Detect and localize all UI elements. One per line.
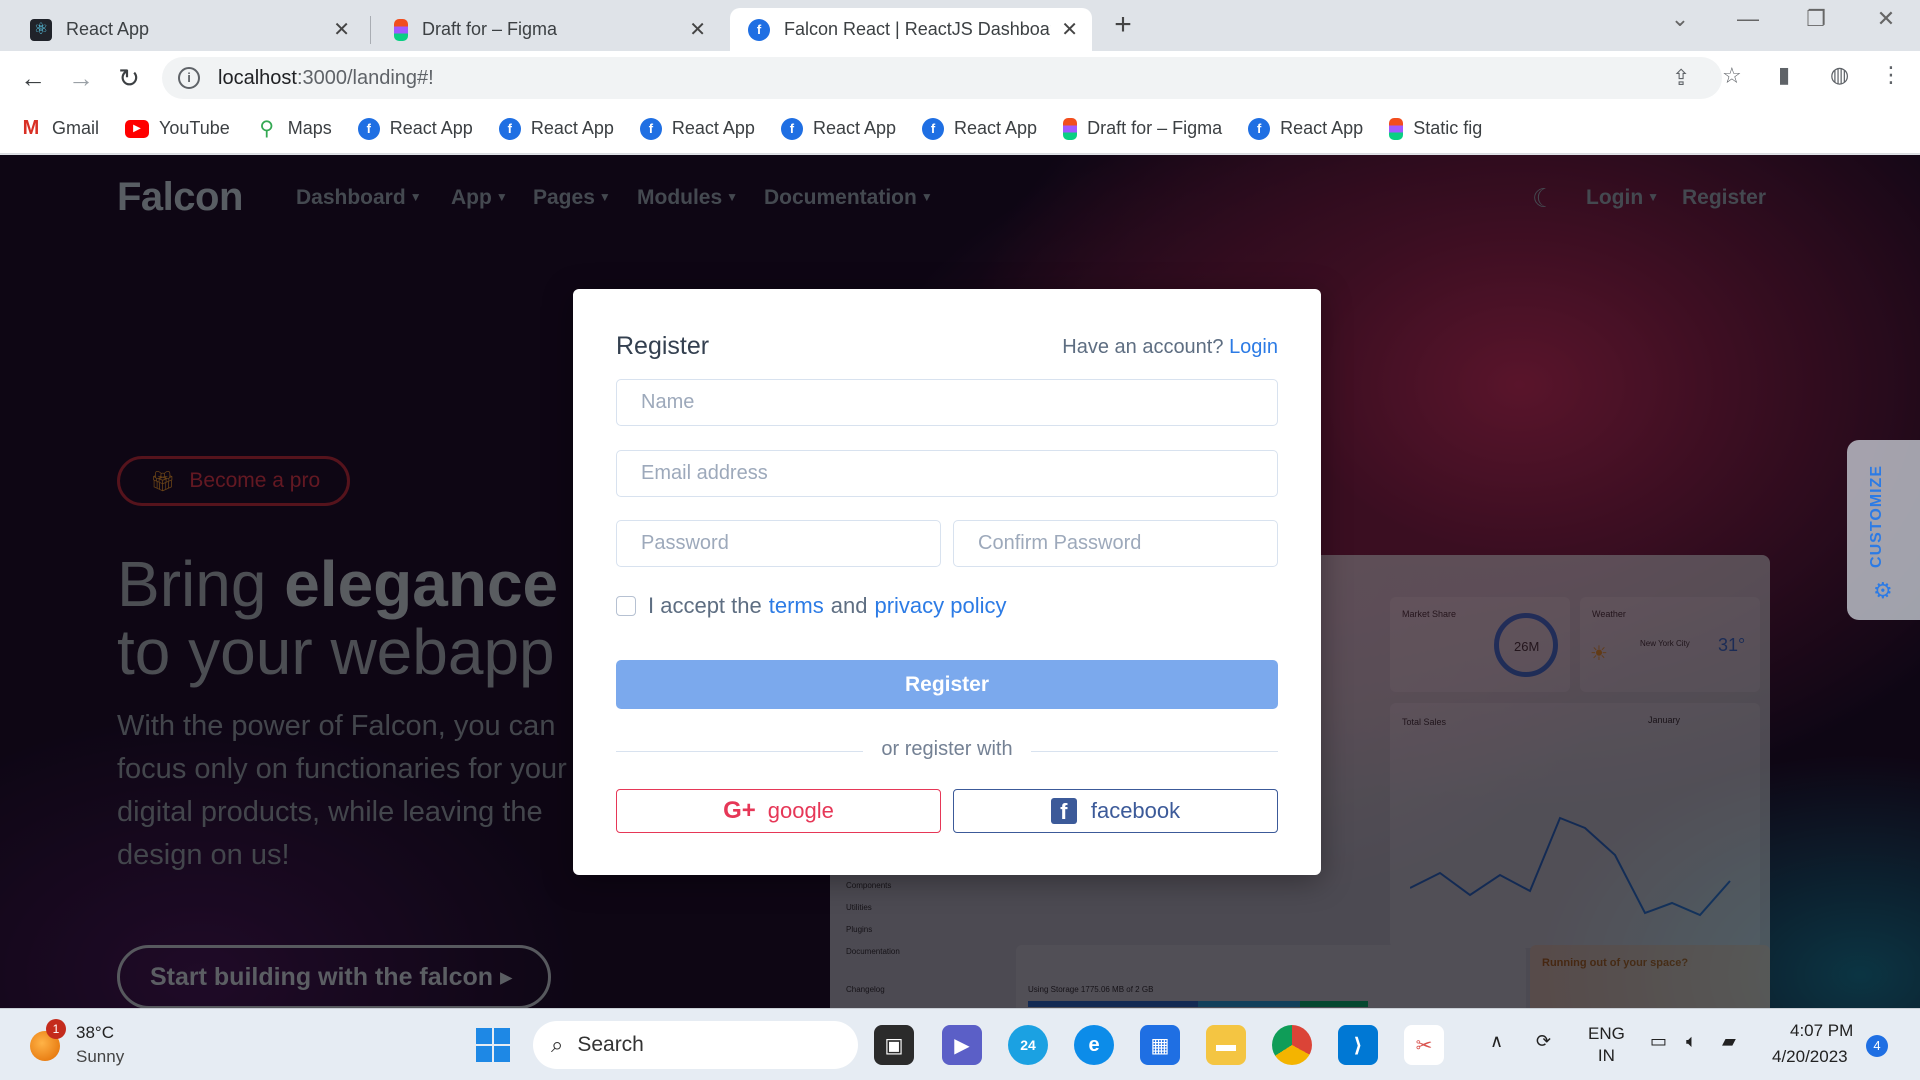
back-button[interactable]: ←	[16, 61, 50, 95]
bookmark-react-app[interactable]: f React App	[498, 117, 614, 140]
react-icon: ⚛	[30, 18, 52, 41]
bookmark-star-icon[interactable]: ☆	[1722, 63, 1742, 89]
tab-react-app[interactable]: ⚛ React App ✕	[12, 8, 364, 51]
gear-icon[interactable]: ⚙	[1873, 578, 1893, 604]
sync-icon[interactable]: ⟳	[1536, 1031, 1551, 1052]
calendar-app-icon[interactable]: 24	[1008, 1025, 1048, 1065]
bookmark-react-app[interactable]: f React App	[639, 117, 755, 140]
weather-badge: 1	[46, 1019, 66, 1039]
falcon-icon: f	[922, 117, 945, 140]
falcon-icon: f	[357, 117, 380, 140]
tab-falcon-react[interactable]: f Falcon React | ReactJS Dashboard ✕	[730, 8, 1092, 51]
password-input[interactable]	[616, 520, 941, 567]
customize-label[interactable]: CUSTOMIZE	[1868, 465, 1886, 568]
profile-avatar[interactable]: ◍	[1830, 62, 1849, 88]
gmail-icon: M	[22, 117, 40, 139]
search-icon: ⌕	[551, 1032, 564, 1057]
accept-terms-checkbox[interactable]	[616, 596, 636, 616]
figma-icon	[394, 18, 408, 41]
chevron-up-icon[interactable]: ∧	[1490, 1031, 1503, 1052]
tab-title: Falcon React | ReactJS Dashboard	[784, 19, 1052, 39]
email-input[interactable]	[616, 450, 1278, 497]
teams-chat-icon[interactable]: ▶	[942, 1025, 982, 1065]
address-bar[interactable]: i localhost:3000/landing#! ⇪ ☆	[162, 57, 1742, 99]
confirm-password-input[interactable]	[953, 520, 1278, 567]
task-view-icon[interactable]: ▣	[874, 1025, 914, 1065]
bookmark-react-app[interactable]: f React App	[922, 117, 1037, 140]
accept-terms-row: I accept the terms and privacy policy	[616, 593, 1014, 619]
volume-icon[interactable]: 🔈︎	[1686, 1031, 1697, 1052]
close-icon[interactable]: ✕	[333, 17, 350, 42]
store-icon[interactable]: ▦	[1140, 1025, 1180, 1065]
battery-icon[interactable]: ▰	[1722, 1031, 1736, 1052]
share-icon[interactable]: ⇪	[1672, 65, 1690, 91]
facebook-register-button[interactable]: f facebook	[953, 789, 1278, 833]
name-input[interactable]	[616, 379, 1278, 426]
clock-time[interactable]: 4:07 PM	[1790, 1021, 1853, 1041]
taskbar-search[interactable]: ⌕ Search	[533, 1021, 858, 1069]
falcon-icon: f	[780, 117, 803, 140]
side-panel-icon[interactable]: ▮	[1778, 62, 1790, 88]
bookmark-maps[interactable]: ⚲ Maps	[256, 118, 331, 140]
chrome-icon[interactable]	[1272, 1025, 1312, 1065]
notification-badge[interactable]: 4	[1866, 1035, 1888, 1057]
vscode-icon[interactable]: ⟩	[1338, 1025, 1378, 1065]
tab-title: Draft for – Figma	[422, 19, 558, 39]
language-indicator[interactable]: ENG IN	[1588, 1023, 1625, 1067]
bookmark-youtube[interactable]: ▶ YouTube	[125, 118, 230, 139]
register-submit-button[interactable]: Register	[616, 660, 1278, 709]
bookmarks-bar: M Gmail ▶ YouTube ⚲ Maps f React App f React …	[0, 104, 1920, 154]
google-plus-icon: G+	[723, 797, 756, 824]
file-explorer-icon[interactable]: ▬	[1206, 1025, 1246, 1065]
windows-taskbar: 1 38°C Sunny ⌕ Search ▣ ▶ 24 e ▦ ▬ ⟩ ✂ ∧…	[0, 1008, 1920, 1080]
tab-search-icon[interactable]: ⌄	[1660, 6, 1700, 32]
browser-tabstrip: ⚛ React App ✕ Draft for – Figma ✕ f Falc…	[0, 0, 1920, 51]
restore-button[interactable]: ❐	[1796, 6, 1836, 32]
privacy-policy-link[interactable]: privacy policy	[874, 593, 1006, 619]
menu-kebab-icon[interactable]: ⋮	[1880, 62, 1902, 88]
falcon-icon: f	[1248, 117, 1271, 140]
terms-link[interactable]: terms	[769, 593, 824, 619]
site-info-icon[interactable]: i	[178, 67, 200, 89]
bookmark-static-fig[interactable]: Static fig	[1389, 117, 1482, 140]
register-modal: Register Have an account? Login I accept…	[573, 289, 1321, 875]
browser-toolbar: ← → ↻ i localhost:3000/landing#! ⇪ ☆ ▮ ◍…	[0, 51, 1920, 104]
tab-title: React App	[66, 19, 150, 39]
falcon-icon: f	[639, 117, 662, 140]
minimize-button[interactable]: —	[1728, 6, 1768, 32]
falcon-icon: f	[748, 18, 770, 41]
bookmark-react-app[interactable]: f React App	[1248, 117, 1363, 140]
edge-icon[interactable]: e	[1074, 1025, 1114, 1065]
weather-temperature[interactable]: 38°C	[76, 1023, 114, 1043]
modal-title: Register	[616, 332, 710, 360]
clock-date[interactable]: 4/20/2023	[1772, 1047, 1848, 1067]
tab-separator	[370, 16, 371, 44]
reload-button[interactable]: ↻	[112, 61, 146, 95]
login-link[interactable]: Login	[1229, 336, 1278, 358]
close-icon[interactable]: ✕	[1061, 17, 1078, 42]
snipping-tool-icon[interactable]: ✂	[1404, 1025, 1444, 1065]
bookmark-figma-draft[interactable]: Draft for – Figma	[1063, 117, 1222, 140]
close-window-button[interactable]: ✕	[1866, 6, 1906, 32]
bookmark-gmail[interactable]: M Gmail	[20, 117, 99, 140]
facebook-icon: f	[1050, 798, 1077, 824]
figma-icon	[1063, 117, 1078, 140]
bookmark-react-app[interactable]: f React App	[780, 117, 896, 140]
weather-description[interactable]: Sunny	[76, 1047, 124, 1067]
maps-icon: ⚲	[259, 118, 275, 140]
google-register-button[interactable]: G+ google	[616, 789, 941, 833]
bookmark-react-app[interactable]: f React App	[357, 117, 473, 140]
close-icon[interactable]: ✕	[689, 17, 706, 42]
forward-button[interactable]: →	[64, 61, 98, 95]
or-register-with-text: or register with	[863, 738, 1031, 761]
network-icon[interactable]: ▭	[1650, 1031, 1667, 1052]
have-account-text: Have an account? Login	[1062, 336, 1278, 358]
url-text: localhost:3000/landing#!	[218, 66, 434, 89]
youtube-icon: ▶	[125, 119, 150, 138]
figma-icon	[1389, 117, 1404, 140]
tab-figma-draft[interactable]: Draft for – Figma ✕	[376, 8, 720, 51]
new-tab-button[interactable]: +	[1106, 8, 1140, 42]
falcon-icon: f	[498, 117, 521, 140]
start-button[interactable]	[476, 1028, 510, 1062]
